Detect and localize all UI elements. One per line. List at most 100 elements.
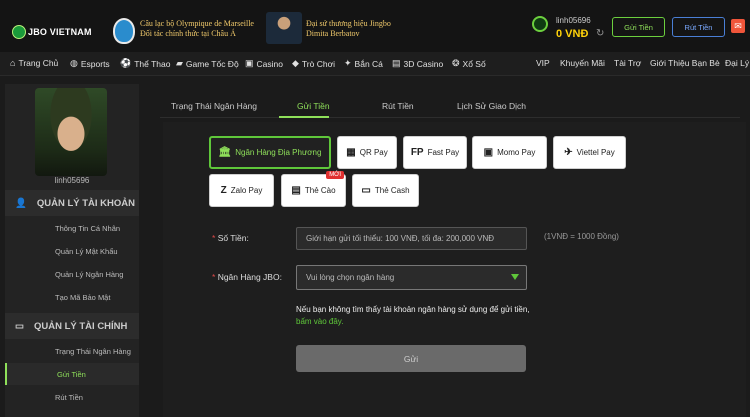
section-title: QUẢN LÝ TÀI CHÍNH — [33, 320, 128, 332]
sidebar-item-profile[interactable]: Thông Tin Cá Nhân — [5, 217, 139, 239]
sponsor-marseille: Câu lạc bộ Olympique de Marseille Đối tá… — [140, 19, 254, 39]
sidebar-item-bank-management[interactable]: Quản Lý Ngân Hàng — [5, 263, 139, 285]
pay-method-scratch-card[interactable]: ▤ Thẻ Cào MỚI — [281, 171, 346, 207]
pay-label: Fast Pay — [427, 148, 460, 157]
nav-item-agent[interactable]: Đại Lý — [725, 58, 749, 68]
pay-label: QR Pay — [359, 148, 388, 157]
note-text: Nếu bạn không tìm thấy tài khoản ngân hà… — [296, 305, 530, 314]
logo-emblem-icon — [12, 25, 26, 39]
bank-select[interactable]: Vui lòng chọn ngân hàng — [296, 265, 527, 290]
nav-item-home[interactable]: ⌂ Trang Chủ — [10, 58, 58, 68]
nav-item-promotions[interactable]: Khuyến Mãi — [560, 58, 605, 68]
sponsor2-line2: Dimita Berbatov — [306, 29, 360, 38]
sidebar-item-deposit[interactable]: Gửi Tiền — [5, 363, 139, 385]
sidebar-section-finance[interactable]: ▭ QUẢN LÝ TÀI CHÍNH — [5, 313, 139, 339]
home-icon: ⌂ — [10, 58, 16, 68]
pay-method-viettel[interactable]: ✈ Viettel Pay — [553, 136, 626, 169]
fastpay-icon: FP — [410, 147, 424, 158]
nav-item-lottery[interactable]: ❂ Xổ Số — [452, 58, 486, 69]
nav-label: Game Tốc Độ — [185, 58, 239, 69]
nav-item-speed-game[interactable]: ▰ Game Tốc Độ — [176, 58, 239, 69]
click-here-link[interactable]: bấm vào đây. — [296, 317, 343, 326]
sidebar-item-withdraw[interactable]: Rút Tiền — [5, 386, 139, 408]
ambassador-photo — [266, 12, 302, 44]
header-username: linh05696 — [556, 16, 591, 25]
sponsor1-line2: Đối tác chính thức tại Châu Á — [140, 29, 236, 38]
tab-withdraw[interactable]: Rút Tiền — [382, 101, 414, 111]
nav-item-3d-casino[interactable]: ▤ 3D Casino — [392, 58, 443, 69]
pay-label: Viettel Pay — [576, 148, 615, 157]
finance-tabs: Trạng Thái Ngân Hàng Gửi Tiền Rút Tiền L… — [160, 94, 740, 118]
viettel-icon: ✈ — [564, 147, 573, 158]
pay-method-zalo[interactable]: Z Zalo Pay — [209, 174, 274, 207]
pay-method-fastpay[interactable]: FP Fast Pay — [403, 136, 467, 169]
bank-label: * Ngân Hàng JBO: — [212, 272, 282, 282]
momo-icon: ▣ — [483, 147, 494, 158]
sidebar-item-bank-status[interactable]: Trạng Thái Ngân Hàng — [5, 340, 139, 362]
sidebar-item-password[interactable]: Quản Lý Mật Khẩu — [5, 240, 139, 262]
pay-method-local-bank[interactable]: 🏛 Ngân Hàng Địa Phương — [209, 136, 331, 169]
nav-item-casino[interactable]: ▣ Casino — [245, 58, 283, 69]
pay-method-momo[interactable]: ▣ Momo Pay — [472, 136, 547, 169]
qr-icon: ▦ — [346, 147, 356, 158]
pay-label: Ngân Hàng Địa Phương — [235, 148, 322, 157]
nav-label: Trò Chơi — [301, 58, 336, 69]
amount-label-text: Số Tiền: — [217, 233, 249, 243]
sidebar-item-security-code[interactable]: Tạo Mã Bảo Mật — [5, 286, 139, 308]
nav-item-vip[interactable]: VIP — [536, 58, 550, 68]
pay-label: Thẻ Cash — [374, 186, 410, 195]
account-sidebar: linh05696 👤 QUẢN LÝ TÀI KHOẢN Thông Tin … — [5, 84, 139, 417]
nav-label: Thể Thao — [134, 58, 171, 69]
sponsor-ambassador: Đại sứ thương hiệu Jingbo Dimita Berbato… — [306, 19, 391, 39]
pay-method-qr[interactable]: ▦ QR Pay — [337, 136, 397, 169]
nav-item-referral[interactable]: Giới Thiệu Bạn Bè — [650, 58, 720, 68]
deposit-button[interactable]: Gửi Tiền — [612, 17, 665, 37]
sidebar-section-account[interactable]: 👤 QUẢN LÝ TÀI KHOẢN — [5, 190, 139, 216]
nav-item-sponsorship[interactable]: Tài Trợ — [614, 58, 641, 68]
nav-label: 3D Casino — [403, 58, 444, 69]
pay-label: Zalo Pay — [230, 186, 263, 195]
tab-deposit[interactable]: Gửi Tiền — [297, 101, 330, 111]
nav-item-games[interactable]: ◆ Trò Chơi — [292, 58, 335, 69]
pay-label: Thẻ Cào — [304, 186, 336, 195]
slot-icon: ▣ — [245, 58, 254, 68]
amount-label: * Số Tiền: — [212, 233, 249, 243]
balance-amount: 0 VNĐ — [556, 28, 589, 40]
nav-item-sports[interactable]: ⚽ Thể Thao — [120, 58, 170, 69]
amount-input[interactable]: Giới hạn gửi tối thiểu: 100 VNĐ, tối đa:… — [296, 227, 527, 250]
tab-bank-status[interactable]: Trạng Thái Ngân Hàng — [171, 101, 257, 111]
active-tab-indicator — [279, 116, 329, 118]
lottery-icon: ❂ — [452, 58, 460, 68]
game-icon: ◆ — [292, 58, 299, 68]
profile-avatar — [35, 88, 107, 176]
fish-icon: ✦ — [344, 58, 352, 68]
car-icon: ▰ — [176, 58, 183, 68]
user-avatar-icon[interactable] — [532, 16, 548, 32]
ball-icon: ⚽ — [120, 58, 132, 68]
bank-icon: 🏛 — [218, 147, 232, 158]
nav-label: Casino — [256, 58, 283, 69]
new-badge: MỚI — [326, 171, 344, 179]
brand-logo[interactable]: JBO VIETNAM — [12, 22, 107, 42]
section-title: QUẢN LÝ TÀI KHOẢN — [36, 197, 136, 209]
main-nav: ⌂ Trang Chủ ◍ Esports ⚽ Thể Thao ▰ Game Tốc … — [0, 52, 750, 76]
nav-item-fishing[interactable]: ✦ Bắn Cá — [344, 58, 383, 69]
pay-method-cash-card[interactable]: ▭ Thẻ Cash — [352, 174, 419, 207]
withdraw-button[interactable]: Rút Tiền — [672, 17, 725, 37]
gamepad-icon: ◍ — [70, 58, 78, 68]
dropdown-caret-icon — [511, 274, 519, 280]
exchange-rate-note: (1VNĐ = 1000 Đồng) — [544, 232, 619, 241]
nav-label: Trang Chủ — [18, 58, 59, 68]
cube-icon: ▤ — [392, 58, 401, 68]
sidebar-username: linh05696 — [54, 176, 90, 185]
top-header: JBO VIETNAM Câu lạc bộ Olympique de Mars… — [0, 0, 750, 52]
submit-deposit-button[interactable]: Gửi — [296, 345, 526, 372]
cash-card-icon: ▭ — [361, 185, 371, 196]
nav-label: Esports — [80, 58, 110, 69]
refresh-icon[interactable]: ↻ — [596, 28, 604, 39]
wallet-icon: ▭ — [15, 320, 24, 332]
tab-transaction-history[interactable]: Lịch Sử Giao Dịch — [457, 101, 526, 111]
logo-text: JBO VIETNAM — [28, 27, 92, 37]
nav-item-esports[interactable]: ◍ Esports — [70, 58, 110, 69]
mail-icon[interactable]: ✉ — [731, 19, 745, 33]
